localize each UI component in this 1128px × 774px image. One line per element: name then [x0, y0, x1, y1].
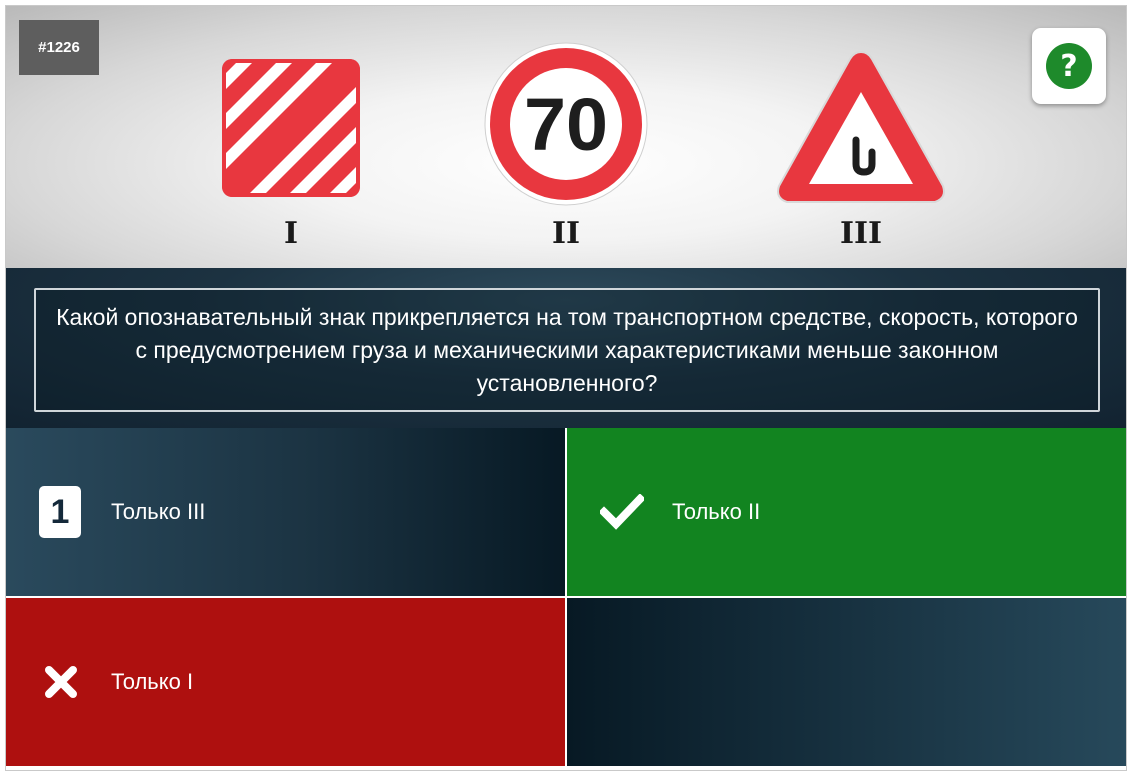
answer-label: Только II: [672, 499, 761, 524]
checkmark-icon: [599, 489, 645, 535]
quiz-frame: #1226 I 70 II III ? Какой опознавательны…: [5, 5, 1127, 771]
sign-label-3: III: [839, 216, 883, 251]
cross-icon: [38, 659, 84, 705]
question-panel: Какой опознавательный знак прикрепляется…: [6, 268, 1126, 428]
answer-label: Только I: [111, 669, 194, 694]
answer-label: Только III: [111, 499, 206, 524]
striped-plate-sign: [222, 59, 360, 197]
speed-limit-value: 70: [524, 83, 608, 166]
answer-number-badge: 1: [39, 486, 81, 538]
question-text: Какой опознавательный знак прикрепляется…: [56, 303, 1078, 396]
speed-limit-sign: 70: [484, 42, 648, 206]
help-button[interactable]: ?: [1032, 28, 1106, 104]
question-box: Какой опознавательный знак прикрепляется…: [34, 288, 1100, 412]
trailer-warning-triangle-sign: [777, 50, 945, 203]
answer-option-4[interactable]: [567, 598, 1126, 766]
answer-option-1[interactable]: 1 Только III: [6, 428, 565, 596]
sign-label-2: II: [551, 216, 581, 251]
sign-label-1: I: [283, 216, 299, 251]
question-number-badge: #1226: [19, 20, 99, 75]
signs-image-panel: #1226 I 70 II III ?: [6, 6, 1126, 268]
answer-option-3[interactable]: Только I: [6, 598, 565, 766]
question-icon: ?: [1046, 43, 1092, 89]
answer-option-2[interactable]: Только II: [567, 428, 1126, 596]
